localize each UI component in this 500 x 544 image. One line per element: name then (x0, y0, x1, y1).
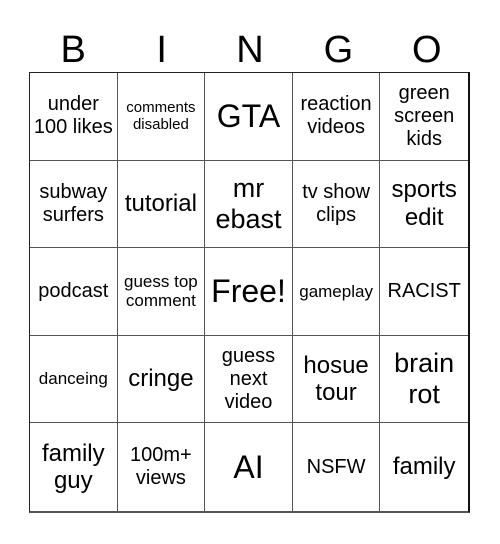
bingo-cell[interactable]: sports edit (380, 161, 468, 249)
bingo-cell[interactable]: gameplay (292, 248, 381, 336)
bingo-cell[interactable]: tv show clips (292, 160, 381, 249)
bingo-cell[interactable]: guess top comment (117, 248, 206, 336)
header-letter-o: O (412, 29, 442, 71)
bingo-cell[interactable]: reaction videos (292, 73, 381, 161)
bingo-cell[interactable]: comments disabled (117, 73, 206, 161)
bingo-cell[interactable]: podcast (30, 248, 118, 336)
bingo-cell[interactable]: hosue tour (292, 335, 381, 424)
bingo-cell[interactable]: GTA (205, 73, 293, 161)
bingo-cell[interactable]: cringe (117, 335, 206, 424)
header-letter-i: I (156, 29, 167, 71)
bingo-cell[interactable]: under 100 likes (30, 73, 118, 161)
bingo-cell[interactable]: green screen kids (380, 73, 468, 161)
bingo-cell[interactable]: NSFW (293, 423, 381, 511)
bingo-grid: under 100 likes comments disabled GTA re… (29, 72, 470, 513)
free-space-cell[interactable]: Free! (205, 248, 293, 336)
bingo-cell[interactable]: 100m+ views (118, 423, 206, 511)
bingo-cell[interactable]: subway surfers (30, 160, 118, 249)
bingo-cell[interactable]: tutorial (117, 160, 206, 249)
bingo-cell[interactable]: mr ebast (205, 160, 293, 249)
bingo-cell[interactable]: AI (205, 423, 293, 511)
bingo-cell[interactable]: RACIST (380, 248, 468, 336)
header-letter-b: B (60, 29, 86, 71)
bingo-cell[interactable]: danceing (30, 335, 118, 424)
bingo-header: B I N G O (29, 28, 471, 72)
header-letter-n: N (236, 29, 264, 71)
header-letter-g: G (323, 29, 354, 71)
bingo-cell[interactable]: family (380, 423, 468, 511)
bingo-cell[interactable]: brain rot (380, 336, 468, 424)
bingo-cell[interactable]: guess next video (205, 335, 293, 424)
bingo-cell[interactable]: family guy (30, 423, 118, 511)
